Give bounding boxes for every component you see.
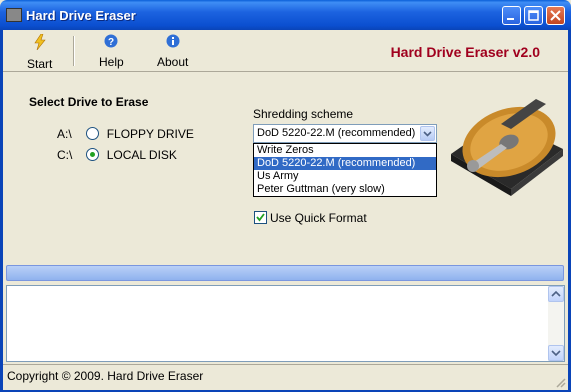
selected-scheme: DoD 5220-22.M (recommended) xyxy=(257,127,416,139)
dropdown-toggle[interactable] xyxy=(420,126,435,141)
resize-grip-icon[interactable] xyxy=(554,376,566,388)
start-label: Start xyxy=(27,57,53,71)
drive-option-local-disk[interactable]: C:\ LOCAL DISK xyxy=(57,148,177,162)
help-icon: ? xyxy=(104,34,118,48)
log-output[interactable] xyxy=(6,285,565,362)
scroll-up-button[interactable] xyxy=(548,286,564,302)
chevron-down-icon xyxy=(551,350,561,357)
brand-title: Hard Drive Eraser v2.0 xyxy=(390,44,540,60)
info-icon xyxy=(166,34,180,48)
copyright-text: Copyright © 2009. Hard Drive Eraser xyxy=(7,369,204,383)
drive-letter: A:\ xyxy=(57,127,72,141)
about-button[interactable]: About xyxy=(157,34,188,69)
shredding-scheme-list[interactable]: Write Zeros DoD 5220-22.M (recommended) … xyxy=(253,143,437,197)
drive-option-floppy[interactable]: A:\ FLOPPY DRIVE xyxy=(57,127,194,141)
scheme-option-selected[interactable]: DoD 5220-22.M (recommended) xyxy=(254,157,436,170)
minimize-button[interactable] xyxy=(502,6,521,25)
drive-label: FLOPPY DRIVE xyxy=(106,127,194,141)
chevron-up-icon xyxy=(551,290,561,297)
chevron-down-icon xyxy=(423,131,432,137)
checkmark-icon xyxy=(256,213,265,222)
vertical-scrollbar[interactable] xyxy=(548,286,564,361)
minimize-icon xyxy=(507,18,514,20)
toolbar: Start ? Help About Hard Drive Eraser v2.… xyxy=(3,30,568,72)
maximize-icon xyxy=(528,10,539,21)
progress-bar xyxy=(6,265,564,281)
scroll-down-button[interactable] xyxy=(548,345,564,361)
floppy-radio[interactable] xyxy=(86,127,100,140)
scheme-option[interactable]: Us Army xyxy=(254,170,436,183)
lightning-icon xyxy=(34,33,46,51)
main-panel: Select Drive to Erase A:\ FLOPPY DRIVE C… xyxy=(3,72,568,262)
start-button[interactable]: Start xyxy=(27,33,53,71)
help-button[interactable]: ? Help xyxy=(99,34,124,69)
scheme-option[interactable]: Write Zeros xyxy=(254,144,436,157)
about-label: About xyxy=(157,55,189,69)
drive-label: LOCAL DISK xyxy=(106,148,177,162)
status-bar: Copyright © 2009. Hard Drive Eraser xyxy=(3,364,568,390)
svg-text:?: ? xyxy=(108,37,114,48)
toolbar-separator xyxy=(73,36,75,66)
maximize-button[interactable] xyxy=(524,6,543,25)
app-icon xyxy=(6,8,22,22)
shredding-scheme-select[interactable]: DoD 5220-22.M (recommended) xyxy=(253,124,437,143)
shredding-scheme-label: Shredding scheme xyxy=(253,107,354,121)
section-title: Select Drive to Erase xyxy=(29,95,149,109)
hard-drive-icon xyxy=(451,99,563,196)
quick-format-label: Use Quick Format xyxy=(270,211,367,225)
drive-letter: C:\ xyxy=(57,148,73,162)
local-disk-radio[interactable] xyxy=(86,148,100,161)
close-button[interactable] xyxy=(546,6,565,25)
close-icon xyxy=(550,10,561,21)
window-title: Hard Drive Eraser xyxy=(26,8,136,23)
title-bar[interactable]: Hard Drive Eraser xyxy=(0,0,571,30)
scheme-option[interactable]: Peter Guttman (very slow) xyxy=(254,183,436,196)
quick-format-checkbox[interactable] xyxy=(254,211,267,224)
help-label: Help xyxy=(99,55,124,69)
